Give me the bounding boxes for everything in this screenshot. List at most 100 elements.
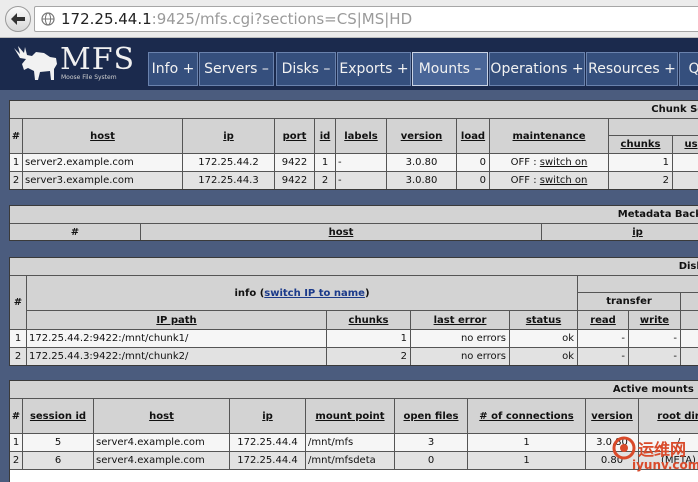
col-host[interactable]: host (94, 399, 230, 434)
col-id-label: id (319, 130, 331, 142)
watermark-line1: 运维网 (638, 440, 687, 459)
url-path: :9425/mfs.cgi?sections=CS|MS|HD (151, 10, 413, 28)
tab-info[interactable]: Info + (148, 52, 198, 86)
col-labels[interactable]: labels (336, 119, 387, 154)
maintenance-state: OFF : (510, 157, 537, 168)
table-row-used (673, 154, 698, 172)
table-row-read: - (578, 330, 629, 348)
table-row-extra (681, 348, 698, 365)
col-num: # (10, 399, 23, 434)
active-mounts-panel: Active mounts (p # session id host ip mo… (9, 380, 698, 482)
table-row-status: ok (510, 330, 578, 348)
table-row-conns: 1 (468, 434, 586, 452)
col-ip-label: ip (262, 410, 273, 422)
switch-on-link[interactable]: switch on (540, 157, 588, 168)
table-row-chunks: 1 (327, 330, 411, 348)
col-chunks[interactable]: chunks (327, 311, 411, 330)
col-chunks[interactable]: chunks (609, 136, 673, 154)
table-row-mount: /mnt/mfsdeta (306, 452, 395, 470)
col-write[interactable]: write (629, 311, 681, 330)
col-session-id[interactable]: session id (23, 399, 94, 434)
col-load[interactable]: load (457, 119, 490, 154)
maintenance-state: OFF : (510, 175, 537, 186)
tab-mounts[interactable]: Mounts – (412, 52, 488, 86)
table-row-num: 2 (10, 452, 23, 470)
chunk-servers-title: Chunk Ser (10, 101, 698, 119)
col-connections[interactable]: # of connections (468, 399, 586, 434)
table-row-labels: - (336, 172, 387, 189)
col-mount-point[interactable]: mount point (306, 399, 395, 434)
table-row-ip: 172.25.44.3 (183, 172, 275, 189)
col-port-label: port (282, 130, 307, 142)
col-last-error[interactable]: last error (411, 311, 510, 330)
col-host-label: host (149, 410, 174, 422)
col-version[interactable]: version (586, 399, 639, 434)
table-row-labels: - (336, 154, 387, 172)
table-row-session: 5 (23, 434, 94, 452)
col-group-blank (609, 119, 698, 136)
back-button[interactable] (5, 6, 31, 32)
table-row-open: 0 (395, 452, 468, 470)
tab-resources[interactable]: Resources + (586, 52, 678, 86)
metadata-backup-panel: Metadata Backu # host ip (9, 205, 698, 241)
col-ip-path[interactable]: IP path (27, 311, 327, 330)
table-row-id: 2 (315, 172, 336, 189)
mfs-logo[interactable]: MFS Moose File System (10, 42, 150, 86)
active-mounts-title-text: Active mounts (p (612, 384, 698, 395)
col-version-label: version (591, 410, 633, 422)
url-text: 172.25.44.1:9425/mfs.cgi?sections=CS|MS|… (61, 10, 412, 28)
col-id[interactable]: id (315, 119, 336, 154)
table-row-port: 9422 (275, 154, 315, 172)
col-extra (681, 311, 698, 330)
col-port[interactable]: port (275, 119, 315, 154)
address-bar[interactable]: 172.25.44.1:9425/mfs.cgi?sections=CS|MS|… (34, 6, 698, 32)
table-row-maintenance: OFF : switch on (490, 172, 609, 189)
col-host[interactable]: host (23, 119, 183, 154)
col-connections-label: # of connections (479, 410, 574, 422)
disks-title-text: Disks (678, 261, 698, 272)
col-status[interactable]: status (510, 311, 578, 330)
col-open-files[interactable]: open files (395, 399, 468, 434)
table-row-ip: 172.25.44.2 (183, 154, 275, 172)
col-labels-label: labels (344, 130, 378, 142)
watermark-logo-icon (612, 436, 636, 460)
col-host-label: host (328, 226, 354, 238)
logo-text: MFS (60, 42, 136, 77)
switch-on-link[interactable]: switch on (540, 175, 588, 186)
col-ip[interactable]: ip (183, 119, 275, 154)
table-row-ip: 172.25.44.4 (230, 434, 306, 452)
col-ip-label: ip (223, 130, 234, 142)
disks-title: Disks (10, 258, 698, 276)
table-row-mount: /mnt/mfs (306, 434, 395, 452)
col-host[interactable]: host (141, 224, 542, 240)
table-row-chunks: 2 (327, 348, 411, 365)
info-label: info ( (234, 287, 265, 299)
table-row-version: 3.0.80 (387, 154, 457, 172)
disks-info-header: info (switch IP to name) (27, 276, 578, 311)
table-row-version: 3.0.80 (387, 172, 457, 189)
table-row-error: no errors (411, 330, 510, 348)
col-root-dir[interactable]: root dir (639, 399, 698, 434)
table-row-status: ok (510, 348, 578, 365)
switch-ip-to-name-link[interactable]: switch IP to name (264, 288, 365, 299)
tab-disks[interactable]: Disks – (276, 52, 336, 86)
logo-subtitle: Moose File System (61, 74, 117, 81)
col-maintenance[interactable]: maintenance (490, 119, 609, 154)
tab-exports[interactable]: Exports + (337, 52, 411, 86)
table-row-chunks: 2 (609, 172, 673, 189)
chunk-servers-panel: Chunk Ser # host ip port id labels versi… (9, 100, 698, 190)
moose-icon (14, 46, 57, 80)
table-row-host: server3.example.com (23, 172, 183, 189)
col-version[interactable]: version (387, 119, 457, 154)
tab-servers[interactable]: Servers – (199, 52, 274, 86)
col-used[interactable]: us (673, 136, 698, 154)
url-host: 172.25.44.1 (61, 10, 152, 28)
col-host-label: host (90, 130, 115, 142)
col-ip[interactable]: ip (230, 399, 306, 434)
watermark-line2: iyunv.com (632, 458, 698, 472)
tab-quotas[interactable]: Q (679, 52, 698, 86)
col-transfer-extra (681, 293, 698, 311)
col-ip[interactable]: ip (542, 224, 698, 240)
tab-operations[interactable]: Operations + (489, 52, 585, 86)
col-read[interactable]: read (578, 311, 629, 330)
